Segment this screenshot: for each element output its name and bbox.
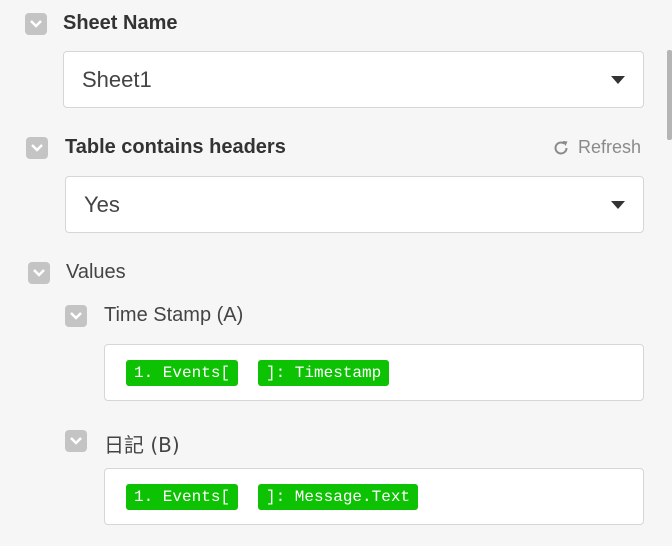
refresh-button[interactable]: Refresh bbox=[552, 137, 641, 158]
headers-label: Table contains headers bbox=[65, 136, 286, 158]
chevron-down-icon bbox=[70, 312, 82, 320]
field-a-collapse-toggle[interactable] bbox=[65, 305, 87, 327]
headers-select[interactable]: Yes bbox=[65, 176, 644, 233]
refresh-label: Refresh bbox=[578, 137, 642, 157]
chevron-down-icon bbox=[30, 20, 42, 28]
sheet-name-select[interactable]: Sheet1 bbox=[63, 51, 644, 108]
values-label: Values bbox=[66, 261, 126, 283]
field-a-token-events[interactable]: 1. Events[ bbox=[126, 359, 239, 386]
sheet-name-value: Sheet1 bbox=[82, 66, 152, 92]
field-a-label: Time Stamp (A) bbox=[104, 304, 244, 326]
refresh-icon bbox=[554, 140, 568, 154]
caret-down-icon bbox=[611, 200, 625, 209]
values-collapse-toggle[interactable] bbox=[28, 262, 50, 284]
scrollbar-thumb[interactable] bbox=[667, 50, 672, 140]
sheet-name-label: Sheet Name bbox=[63, 12, 178, 34]
chevron-down-icon bbox=[70, 437, 82, 445]
field-b-collapse-toggle[interactable] bbox=[65, 430, 87, 452]
chevron-down-icon bbox=[31, 144, 43, 152]
chevron-down-icon bbox=[33, 269, 45, 277]
field-a-token-timestamp[interactable]: ]: Timestamp bbox=[258, 359, 390, 386]
headers-collapse-toggle[interactable] bbox=[26, 137, 48, 159]
field-a-input[interactable]: 1. Events[ ]: Timestamp bbox=[104, 344, 644, 401]
field-b-input[interactable]: 1. Events[ ]: Message.Text bbox=[104, 468, 644, 525]
field-b-label: 日記 (B) bbox=[104, 433, 180, 457]
field-b-token-message-text[interactable]: ]: Message.Text bbox=[258, 483, 419, 510]
caret-down-icon bbox=[611, 75, 625, 84]
field-b-token-events[interactable]: 1. Events[ bbox=[126, 483, 239, 510]
headers-value: Yes bbox=[84, 191, 120, 217]
sheet-name-collapse-toggle[interactable] bbox=[25, 13, 47, 35]
